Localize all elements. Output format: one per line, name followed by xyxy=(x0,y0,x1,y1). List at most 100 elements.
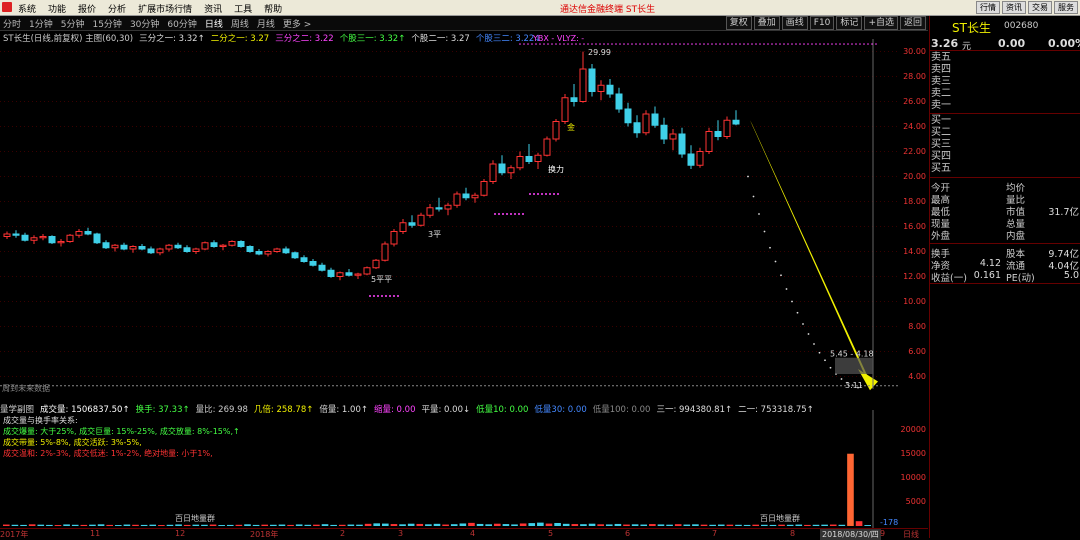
signal-dot xyxy=(679,43,681,45)
signal-dot xyxy=(595,43,597,45)
volume-bar xyxy=(63,524,70,526)
menu-help[interactable]: 帮助 xyxy=(264,2,282,15)
sub-legend-item: 低量30: 0.00 xyxy=(534,405,587,415)
signal-dot xyxy=(555,43,557,45)
period-monthly[interactable]: 月线 xyxy=(257,17,275,30)
support-dot xyxy=(518,213,520,215)
volume-bar xyxy=(692,524,699,526)
forecast-dot xyxy=(840,378,843,380)
volume-bar xyxy=(433,523,441,526)
candlestick-chart[interactable]: 29.99 3.11 5.45 - 4.18 换力 金 3平 5平平周到未来数据 YBX - … xyxy=(0,31,900,400)
candle-body xyxy=(390,231,398,245)
support-dot xyxy=(502,213,504,215)
period-1min[interactable]: 1分钟 xyxy=(29,17,53,30)
signal-dot xyxy=(675,43,677,45)
volume-bar xyxy=(106,524,113,526)
note-line: 成交量与换手率关系: xyxy=(3,416,78,425)
signal-dot xyxy=(615,43,617,45)
signal-dot xyxy=(603,43,605,45)
volume-bar xyxy=(502,524,510,526)
low-label: 3.11 xyxy=(845,381,863,390)
date-label: 6 xyxy=(625,529,631,538)
signal-dot xyxy=(827,43,829,45)
volume-bar xyxy=(459,523,467,526)
candle-body xyxy=(12,233,20,236)
candle-body xyxy=(273,248,281,252)
period-5min[interactable]: 5分钟 xyxy=(61,17,85,30)
back-button[interactable]: 返回 xyxy=(899,16,926,30)
top-right-buttons: 行情 资讯 交易 服务 xyxy=(976,1,1078,14)
signal-dot xyxy=(619,43,621,45)
sub-legend-item: 量比: 269.98 xyxy=(195,405,248,415)
volume-bar xyxy=(476,523,484,526)
menu-info[interactable]: 资讯 xyxy=(204,2,222,15)
f10-button[interactable]: F10 xyxy=(809,16,835,30)
signal-dot xyxy=(767,43,769,45)
tab-jiaoyi[interactable]: 交易 xyxy=(1028,1,1052,14)
period-fenshi[interactable]: 分时 xyxy=(3,17,21,30)
signal-dot xyxy=(583,43,585,45)
menu-items: 系统 功能 报价 分析 扩展市场行情 资讯 工具 帮助 xyxy=(18,2,282,15)
volume-bar xyxy=(812,524,820,526)
menu-function[interactable]: 功能 xyxy=(48,2,66,15)
stock-name: ST长生 xyxy=(952,21,991,35)
period-15min[interactable]: 15分钟 xyxy=(92,17,121,30)
mark-button[interactable]: 标记 xyxy=(836,16,863,30)
menu-tools[interactable]: 工具 xyxy=(234,2,252,15)
turnover-notes: 成交量与换手率关系: 成交爆量: 大于25%, 成交巨量: 15%-25%, 成交… xyxy=(3,415,240,459)
candle-body xyxy=(138,246,146,250)
price-axis: 30.00 28.00 26.00 24.00 22.00 20.00 18.00 16.00… xyxy=(900,31,928,400)
volume-bar xyxy=(37,524,45,526)
sell-level: 卖二 xyxy=(931,88,951,99)
volume-bar xyxy=(373,523,381,526)
support-dot xyxy=(510,213,512,215)
signal-dot xyxy=(647,43,649,45)
period-more[interactable]: 更多 > xyxy=(283,17,311,30)
volume-bar xyxy=(493,523,501,526)
draw-line-button[interactable]: 画线 xyxy=(781,16,808,30)
support-dot xyxy=(553,193,555,195)
signal-dot xyxy=(747,43,749,45)
candle-body xyxy=(246,246,254,252)
period-60min[interactable]: 60分钟 xyxy=(167,17,196,30)
volume-bar xyxy=(700,524,708,526)
menu-system[interactable]: 系统 xyxy=(18,2,36,15)
menu-ext-market[interactable]: 扩展市场行情 xyxy=(138,2,192,15)
restore-rights-button[interactable]: 复权 xyxy=(725,16,752,30)
signal-dot xyxy=(831,43,833,45)
tab-zixun[interactable]: 资讯 xyxy=(1002,1,1026,14)
volume-bar xyxy=(623,524,630,526)
candle-body xyxy=(615,93,623,110)
baseline-label-left: 百日地量群 xyxy=(175,513,215,523)
candle-body xyxy=(552,121,560,140)
candle-body xyxy=(345,272,353,276)
candle-body xyxy=(723,119,731,137)
sub-legend-item: 低量10: 0.00 xyxy=(476,405,529,415)
menu-analysis[interactable]: 分析 xyxy=(108,2,126,15)
tab-hangqing[interactable]: 行情 xyxy=(976,1,1000,14)
signal-dot xyxy=(855,43,857,45)
volume-bar xyxy=(140,524,148,526)
period-daily[interactable]: 日线 xyxy=(205,17,223,30)
volume-bar xyxy=(407,523,415,526)
support-dot xyxy=(557,193,559,195)
tag-huanli: 换力 xyxy=(548,164,564,174)
signal-dot xyxy=(875,43,877,45)
sell-level: 卖一 xyxy=(931,100,951,111)
volume-bar xyxy=(752,524,760,526)
overlay-button[interactable]: 叠加 xyxy=(753,16,780,30)
volume-bar xyxy=(545,523,553,526)
volume-bar xyxy=(338,524,346,526)
candle-body xyxy=(714,131,722,137)
volume-bar xyxy=(735,524,742,526)
period-weekly[interactable]: 周线 xyxy=(231,17,249,30)
menu-quote[interactable]: 报价 xyxy=(78,2,96,15)
candle-body xyxy=(570,97,578,102)
candle-body xyxy=(417,214,425,226)
period-30min[interactable]: 30分钟 xyxy=(130,17,159,30)
candle-body xyxy=(534,154,542,162)
volume-bar xyxy=(183,524,191,526)
tab-fuwu[interactable]: 服务 xyxy=(1054,1,1078,14)
add-watchlist-button[interactable]: +自选 xyxy=(864,16,898,30)
volume-bar xyxy=(709,524,716,526)
